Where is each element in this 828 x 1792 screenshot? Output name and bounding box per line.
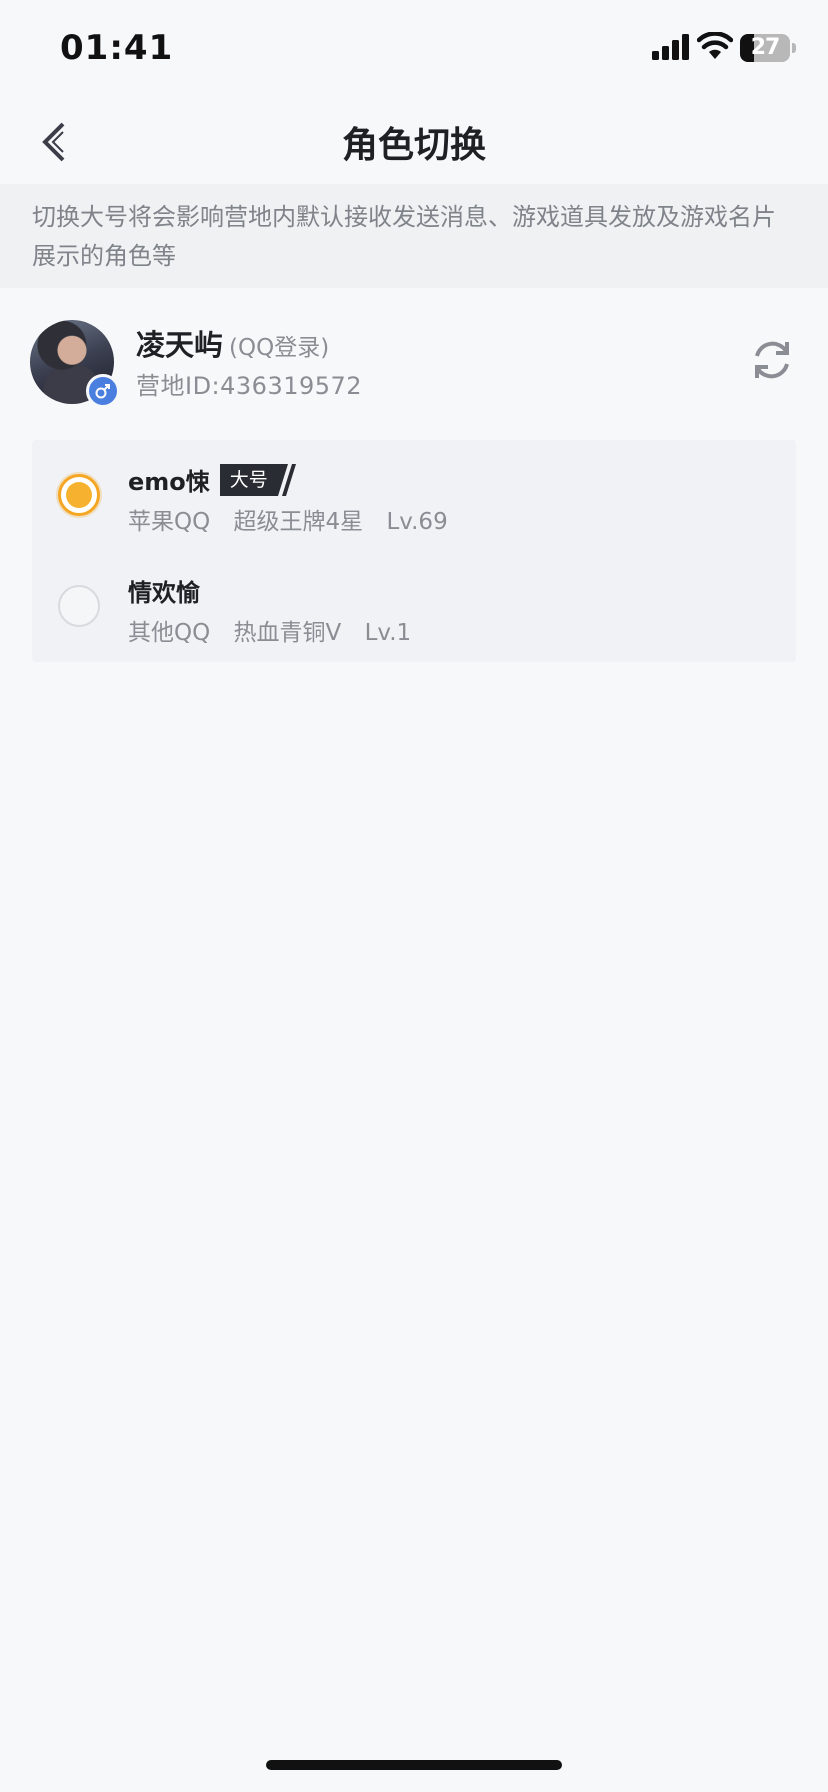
role-name-text: emo悚 <box>128 468 210 496</box>
profile-name: 凌天屿 (QQ登录) <box>136 322 329 364</box>
refresh-icon <box>755 341 789 379</box>
role-meta: 苹果QQ 超级王牌4星 Lv.69 <box>128 502 464 536</box>
login-type: (QQ登录) <box>229 335 330 361</box>
role-radio-checked[interactable] <box>58 474 100 516</box>
battery-nub <box>792 43 796 53</box>
role-rank: 超级王牌4星 <box>233 509 364 535</box>
role-platform: 苹果QQ <box>128 509 211 535</box>
home-indicator[interactable] <box>266 1760 562 1770</box>
role-item[interactable]: 情欢愉 其他QQ 热血青铜V Lv.1 <box>32 551 796 661</box>
page-title: 角色切换 <box>341 125 486 166</box>
role-name-text: 情欢愉 <box>128 579 200 607</box>
camp-id: 营地ID:436319572 <box>136 372 363 400</box>
battery-icon: 27 <box>740 34 790 62</box>
status-time: 01:41 <box>60 28 174 68</box>
main-account-tag: 大号 <box>219 463 300 496</box>
wifi-icon <box>697 32 733 59</box>
male-icon <box>86 374 120 408</box>
role-item[interactable]: emo悚 大号 苹果QQ 超级王牌4星 Lv.69 <box>32 440 796 550</box>
profile-header: 凌天屿 (QQ登录) 营地ID:436319572 <box>0 300 828 420</box>
tag-slash-icon <box>277 463 296 496</box>
role-rank: 热血青铜V <box>233 620 342 646</box>
refresh-button[interactable] <box>744 332 800 388</box>
nav-bar: 角色切换 <box>0 100 828 184</box>
role-platform: 其他QQ <box>128 620 211 646</box>
role-name: 情欢愉 <box>128 573 200 608</box>
role-radio-unchecked[interactable] <box>58 585 100 627</box>
role-name: emo悚 大号 <box>128 462 300 497</box>
notice-banner: 切换大号将会影响营地内默认接收发送消息、游戏道具发放及游戏名片展示的角色等 <box>0 184 828 288</box>
role-level: Lv.1 <box>364 620 412 646</box>
status-bar: 01:41 27 <box>0 0 828 100</box>
profile-name-text: 凌天屿 <box>136 328 224 362</box>
main-account-tag-label: 大号 <box>219 463 278 496</box>
battery-text: 27 <box>750 35 781 60</box>
role-meta: 其他QQ 热血青铜V Lv.1 <box>128 613 427 647</box>
cellular-signal-icon <box>652 34 689 60</box>
role-list: emo悚 大号 苹果QQ 超级王牌4星 Lv.69 情欢愉 其他QQ 热血青铜V… <box>32 440 796 662</box>
role-level: Lv.69 <box>386 509 448 535</box>
